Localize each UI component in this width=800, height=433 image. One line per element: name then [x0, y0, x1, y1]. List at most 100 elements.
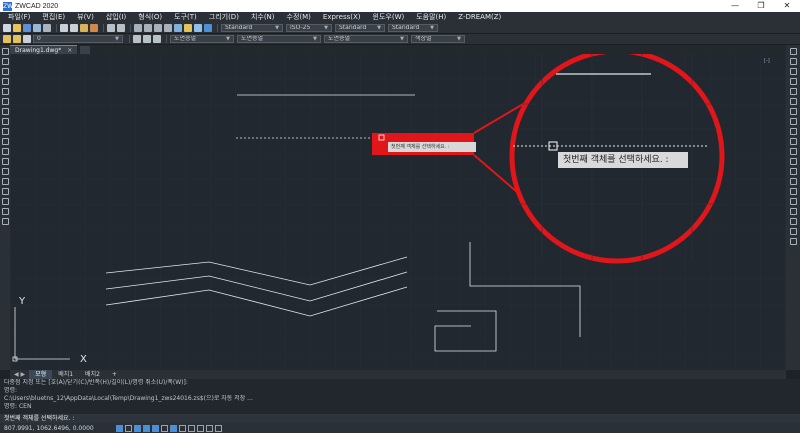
help-icon[interactable]	[204, 23, 212, 32]
polyline-icon[interactable]	[1, 68, 9, 75]
grid-toggle-icon[interactable]	[116, 424, 123, 432]
menu-view[interactable]: 뷰(V)	[73, 12, 102, 22]
transparency-toggle-icon[interactable]	[188, 424, 195, 432]
menu-dimension[interactable]: 치수(N)	[247, 12, 283, 22]
model-space-icon[interactable]	[206, 424, 213, 432]
layer-walk-icon[interactable]	[153, 35, 161, 43]
zoom-previous-icon[interactable]	[164, 23, 172, 32]
color-select[interactable]: 도면층별 ▼	[170, 35, 234, 43]
table-style-select[interactable]: Standard ▼	[335, 23, 385, 32]
make-current-icon[interactable]	[133, 35, 141, 43]
make-block-icon[interactable]	[1, 168, 9, 175]
restore-button[interactable]: ❐	[748, 0, 774, 12]
scale-icon[interactable]	[789, 118, 797, 125]
lineweight-select[interactable]: 도면층별 ▼	[324, 35, 408, 43]
command-input[interactable]: 첫번째 객체를 선택하세요. :	[0, 414, 800, 423]
layer-state-icon[interactable]	[13, 35, 21, 43]
new-file-icon[interactable]	[3, 23, 11, 32]
layer-iso-icon[interactable]	[143, 35, 151, 43]
spline-icon[interactable]	[1, 128, 9, 135]
stretch-icon[interactable]	[789, 128, 797, 135]
doc-tab-drawing1[interactable]: Drawing1.dwg* ×	[10, 45, 78, 54]
linetype-select[interactable]: 도면층별 ▼	[237, 35, 321, 43]
undo-icon[interactable]	[107, 23, 115, 32]
menu-window[interactable]: 윈도우(W)	[369, 12, 413, 22]
join-icon[interactable]	[789, 168, 797, 175]
point-icon[interactable]	[1, 178, 9, 185]
menu-tools[interactable]: 도구(T)	[170, 12, 205, 22]
open-file-icon[interactable]	[13, 23, 21, 32]
paste-icon[interactable]	[80, 23, 88, 32]
lineweight-toggle-icon[interactable]	[179, 424, 186, 432]
tab-model[interactable]: 모형	[29, 370, 53, 379]
properties-panel-icon[interactable]	[789, 238, 797, 245]
line-icon[interactable]	[1, 48, 9, 55]
circle-icon[interactable]	[1, 108, 9, 115]
tab-scroll-icon[interactable]: ◀ ▶	[14, 371, 25, 378]
viewport-controls[interactable]: [-]	[764, 58, 770, 64]
tab-layout1[interactable]: 배치1	[52, 370, 79, 379]
rectangle-icon[interactable]	[1, 88, 9, 95]
doc-tab-close-icon[interactable]: ×	[67, 47, 72, 54]
arc-icon[interactable]	[1, 98, 9, 105]
osnap-toggle-icon[interactable]	[152, 424, 159, 432]
table-icon[interactable]	[1, 208, 9, 215]
annotation-scale-icon[interactable]	[215, 424, 222, 432]
construction-line-icon[interactable]	[1, 58, 9, 65]
dim-style-select[interactable]: ISO-25 ▼	[286, 23, 332, 32]
print-icon[interactable]	[33, 23, 41, 32]
fillet-icon[interactable]	[789, 188, 797, 195]
rotate-icon[interactable]	[789, 108, 797, 115]
match-properties-icon[interactable]	[90, 23, 98, 32]
preview-icon[interactable]	[43, 23, 51, 32]
layer-manager-icon[interactable]	[3, 35, 11, 43]
layer-select[interactable]: 0 ▼	[33, 35, 123, 43]
extend-icon[interactable]	[789, 148, 797, 155]
dyn-toggle-icon[interactable]	[170, 424, 177, 432]
hatch-icon[interactable]	[1, 188, 9, 195]
menu-edit[interactable]: 편집(E)	[38, 12, 73, 22]
pan-icon[interactable]	[134, 23, 142, 32]
close-button[interactable]: ✕	[774, 0, 800, 12]
ortho-toggle-icon[interactable]	[134, 424, 141, 432]
minimize-button[interactable]: —	[722, 0, 748, 12]
offset-icon[interactable]	[789, 78, 797, 85]
new-tab-icon[interactable]	[80, 46, 91, 54]
insert-block-icon[interactable]	[1, 158, 9, 165]
ellipse-icon[interactable]	[1, 138, 9, 145]
text-style-select[interactable]: Standard ▼	[221, 23, 283, 32]
tab-layout2[interactable]: 배치2	[79, 370, 106, 379]
menu-express[interactable]: Express(X)	[319, 13, 369, 21]
design-center-icon[interactable]	[184, 23, 192, 32]
menu-format[interactable]: 형식(O)	[134, 12, 170, 22]
zoom-icon[interactable]	[144, 23, 152, 32]
zoom-window-icon[interactable]	[154, 23, 162, 32]
save-icon[interactable]	[23, 23, 31, 32]
mtext-icon[interactable]	[1, 218, 9, 225]
copy-object-icon[interactable]	[789, 58, 797, 65]
revision-cloud-icon[interactable]	[1, 118, 9, 125]
snap-settings-icon[interactable]	[789, 228, 797, 235]
otrack-toggle-icon[interactable]	[161, 424, 168, 432]
ellipse-arc-icon[interactable]	[1, 148, 9, 155]
explode-icon[interactable]	[789, 198, 797, 205]
polar-toggle-icon[interactable]	[143, 424, 150, 432]
menu-modify[interactable]: 수정(M)	[283, 12, 319, 22]
trim-icon[interactable]	[789, 138, 797, 145]
break-icon[interactable]	[789, 158, 797, 165]
region-icon[interactable]	[1, 198, 9, 205]
layer-tools-icon[interactable]	[789, 208, 797, 215]
add-layout-button[interactable]: +	[106, 370, 123, 379]
selection-cycling-icon[interactable]	[197, 424, 204, 432]
cut-icon[interactable]	[60, 23, 68, 32]
drawing-canvas[interactable]: [-] 첫번째 객체를 선택하세요. : 첫번째 객체를 선택하세요. : Y …	[10, 54, 786, 370]
menu-help[interactable]: 도움말(H)	[412, 12, 454, 22]
properties-icon[interactable]	[174, 23, 182, 32]
plot-style-select[interactable]: 색상별 ▼	[411, 35, 465, 43]
redo-icon[interactable]	[117, 23, 125, 32]
menu-draw[interactable]: 그리기(D)	[205, 12, 247, 22]
menu-file[interactable]: 파일(F)	[4, 12, 38, 22]
multileader-style-select[interactable]: Standard ▼	[388, 23, 438, 32]
move-icon[interactable]	[789, 98, 797, 105]
snap-toggle-icon[interactable]	[125, 424, 132, 432]
